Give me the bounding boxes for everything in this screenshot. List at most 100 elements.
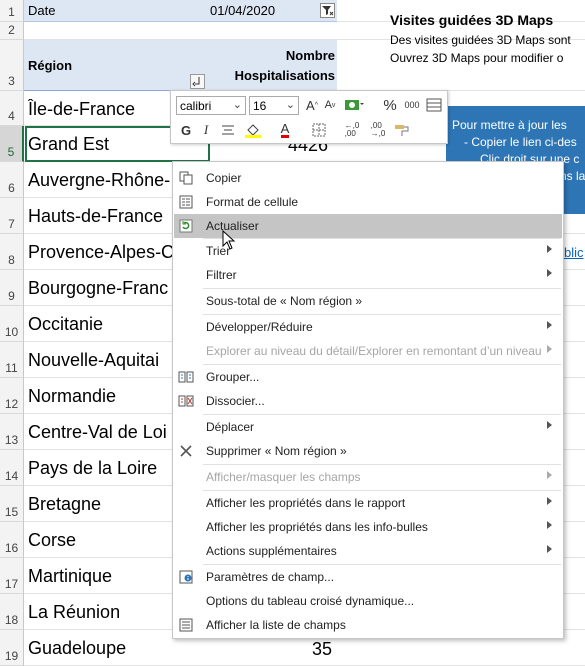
menu-item-label: Explorer au niveau du détail/Explorer en… — [206, 344, 542, 358]
menu-item[interactable]: Développer/Réduire — [174, 315, 562, 339]
callout-line2: - Copier le lien ci-des — [464, 135, 577, 149]
copy-icon — [178, 170, 194, 186]
row-header[interactable]: 11 — [0, 342, 24, 378]
font-name-combo[interactable]: calibri ⌄ — [176, 96, 246, 115]
menu-item[interactable]: Afficher/masquer les champs — [174, 465, 562, 489]
filter-label: Date — [28, 3, 56, 18]
menu-item[interactable]: Actions supplémentaires — [174, 539, 562, 563]
ungroup-icon — [178, 393, 194, 409]
submenu-arrow-icon — [547, 497, 552, 505]
row-header[interactable]: 14 — [0, 450, 24, 486]
row-header[interactable]: 13 — [0, 414, 24, 450]
font-color-letter: A — [280, 120, 290, 138]
panel-link[interactable]: blic — [564, 245, 584, 260]
menu-item-label: Afficher la liste de champs — [206, 618, 346, 632]
menu-item-label: Afficher les propriétés dans les info-bu… — [206, 520, 428, 534]
panel-title: Visites guidées 3D Maps — [390, 12, 554, 28]
group-icon — [178, 369, 194, 385]
row-header[interactable]: 7 — [0, 198, 24, 234]
panel-line2: Ouvrez 3D Maps pour modifier o — [390, 51, 564, 65]
italic-button[interactable]: I — [197, 121, 215, 139]
font-color-icon[interactable]: A — [275, 121, 295, 139]
submenu-arrow-icon — [547, 269, 552, 277]
row-header[interactable]: 12 — [0, 378, 24, 414]
menu-item[interactable]: Afficher la liste de champs — [174, 613, 562, 637]
row-header[interactable]: 5 — [0, 126, 24, 162]
row-header[interactable]: 8 — [0, 234, 24, 270]
menu-item[interactable]: Paramètres de champ... — [174, 565, 562, 589]
menu-item-label: Copier — [206, 171, 242, 185]
menu-item-label: Filtrer — [206, 268, 237, 282]
header-region: Région — [28, 58, 73, 73]
submenu-arrow-icon — [547, 471, 552, 479]
menu-item[interactable]: Déplacer — [174, 415, 562, 439]
row-header[interactable]: 18 — [0, 594, 24, 630]
row-header[interactable]: 16 — [0, 522, 24, 558]
menu-item[interactable]: Sous-total de « Nom région » — [174, 289, 562, 313]
delete-x-icon — [178, 443, 194, 459]
sort-filter-icon — [192, 77, 200, 87]
mouse-cursor-icon — [222, 230, 236, 250]
row-header[interactable]: 6 — [0, 162, 24, 198]
header-count-line1: Nombre — [285, 48, 335, 63]
menu-item-label: Dissocier... — [206, 394, 265, 408]
menu-item[interactable]: Grouper... — [174, 365, 562, 389]
row-header[interactable]: 9 — [0, 270, 24, 306]
row-header[interactable]: 19 — [0, 630, 24, 666]
field-list-icon — [178, 617, 194, 633]
grow-font-icon[interactable]: A ^ — [303, 96, 321, 114]
menu-item[interactable]: Afficher les propriétés dans les info-bu… — [174, 515, 562, 539]
row-header[interactable]: 1 — [0, 0, 24, 22]
row-header[interactable]: 3 — [0, 40, 24, 91]
borders-icon[interactable] — [309, 121, 329, 139]
submenu-arrow-icon — [547, 321, 552, 329]
menu-item[interactable]: Copier — [174, 166, 562, 190]
menu-item-label: Déplacer — [206, 420, 255, 434]
value-guadeloupe: 35 — [312, 639, 333, 659]
pivot-header-row: Région Nombre Hospitalisations — [24, 40, 337, 91]
panel-line1: Des visites guidées 3D Maps sont — [390, 33, 571, 47]
align-center-icon[interactable] — [219, 121, 237, 139]
menu-item[interactable]: Explorer au niveau du détail/Explorer en… — [174, 339, 562, 363]
menu-item[interactable]: Format de cellule — [174, 190, 562, 214]
row-header[interactable]: 2 — [0, 22, 24, 40]
filter-dropdown-button[interactable] — [320, 3, 335, 18]
region-cell[interactable]: Guadeloupe — [28, 638, 210, 659]
menu-item-label: Format de cellule — [206, 195, 299, 209]
menu-item[interactable]: Options du tableau croisé dynamique... — [174, 589, 562, 613]
submenu-arrow-icon — [547, 421, 552, 429]
increase-decimal-button[interactable]: ←,0,00 — [341, 121, 363, 139]
menu-item-label: Sous-total de « Nom région » — [206, 294, 363, 308]
row-header[interactable]: 4 — [0, 91, 24, 126]
callout-line1: Pour mettre à jour les — [452, 118, 567, 132]
fill-color-icon[interactable] — [241, 121, 265, 139]
mini-toolbar: calibri ⌄ 16 ⌄ A ^ Av % 000 G I A ←,0,00 … — [170, 90, 448, 144]
menu-item[interactable]: Filtrer — [174, 263, 562, 287]
row-header[interactable]: 15 — [0, 486, 24, 522]
accounting-format-icon[interactable] — [341, 96, 367, 114]
percent-style-button[interactable]: % — [381, 96, 399, 114]
menu-item[interactable]: Afficher les propriétés dans le rapport — [174, 491, 562, 515]
thousands-separator-button[interactable]: 000 — [401, 96, 423, 114]
submenu-arrow-icon — [547, 245, 552, 253]
chevron-down-icon: ⌄ — [232, 99, 242, 111]
row-header[interactable]: 10 — [0, 306, 24, 342]
menu-item[interactable]: Supprimer « Nom région » — [174, 439, 562, 463]
decrease-decimal-button[interactable]: ,00 →,0 — [367, 121, 389, 139]
submenu-arrow-icon — [547, 345, 552, 353]
bold-button[interactable]: G — [177, 121, 195, 139]
field-settings-icon — [178, 569, 194, 585]
shrink-font-icon[interactable]: Av — [321, 96, 339, 114]
menu-item[interactable]: Dissocier... — [174, 389, 562, 413]
submenu-arrow-icon — [547, 545, 552, 553]
menu-item-label: Afficher les propriétés dans le rapport — [206, 496, 406, 510]
format-painter-icon[interactable] — [393, 121, 411, 139]
menu-item-label: Grouper... — [206, 370, 260, 384]
sort-dropdown-button[interactable] — [190, 74, 205, 89]
submenu-arrow-icon — [547, 521, 552, 529]
format-table-icon[interactable] — [425, 96, 443, 114]
header-count-line2: Hospitalisations — [234, 68, 335, 83]
filter-icon — [322, 6, 334, 16]
row-header[interactable]: 17 — [0, 558, 24, 594]
font-size-combo[interactable]: 16 ⌄ — [249, 96, 299, 115]
